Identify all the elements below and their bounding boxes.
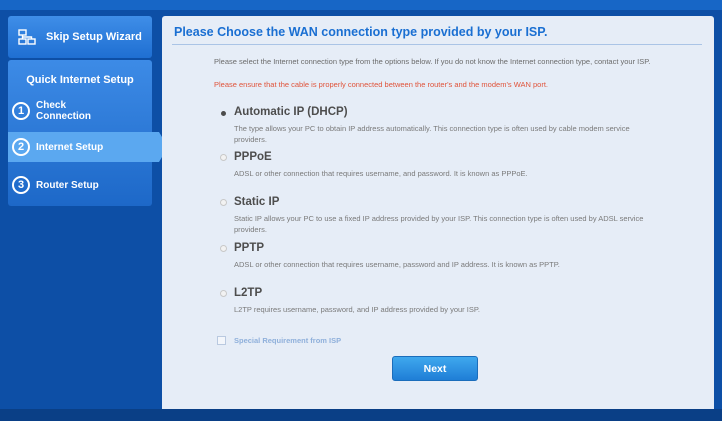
pptp-description: ADSL or other connection that requires u… [234,260,560,269]
pppoe-label[interactable]: PPPoE [234,151,272,163]
wan-type-panel: Please Choose the WAN connection type pr… [162,16,714,414]
network-icon [18,29,36,45]
nav-step-label-line2: Connection [36,111,91,122]
nav-step-router-setup[interactable]: 3 Router Setup [8,170,158,200]
dhcp-label[interactable]: Automatic IP (DHCP) [234,106,348,118]
nav-step-internet-setup[interactable]: 2 Internet Setup [8,132,168,162]
nav-step-label: Internet Setup [36,141,104,153]
nav-step-label: Check Connection [36,100,91,122]
static-ip-label[interactable]: Static IP [234,196,279,208]
nav-step-label: Router Setup [36,179,99,191]
special-requirement-label: Special Requirement from ISP [234,336,342,345]
intro-text: Please select the Internet connection ty… [214,57,651,66]
skip-setup-wizard-button[interactable]: Skip Setup Wizard [8,16,152,58]
quick-setup-nav: Quick Internet Setup 1 Check Connection … [8,60,168,206]
cable-warning-text: Please ensure that the cable is properly… [214,80,549,89]
special-requirement-checkbox[interactable]: Special Requirement from ISP [217,336,341,345]
next-button[interactable]: Next [392,356,478,381]
title-divider [172,44,702,45]
checkbox-icon [217,336,226,345]
step-number-icon: 2 [12,138,30,156]
step-number-icon: 1 [12,102,30,120]
static-ip-description: Static IP allows your PC to use a fixed … [234,214,644,234]
dhcp-radio[interactable] [221,111,226,116]
skip-setup-wizard-label: Skip Setup Wizard [46,31,142,43]
pptp-radio[interactable] [220,245,227,252]
pppoe-radio[interactable] [220,154,227,161]
page-title: Please Choose the WAN connection type pr… [174,25,548,39]
nav-step-label-line1: Check [36,100,67,111]
bottom-strip [0,409,722,421]
dhcp-description: The type allows your PC to obtain IP add… [234,124,630,144]
l2tp-label[interactable]: L2TP [234,287,262,299]
static-ip-radio[interactable] [220,199,227,206]
pppoe-description: ADSL or other connection that requires u… [234,169,528,178]
step-number-icon: 3 [12,176,30,194]
top-strip [0,0,722,10]
l2tp-description: L2TP requires username, password, and IP… [234,305,480,314]
l2tp-radio[interactable] [220,290,227,297]
nav-section-title: Quick Internet Setup [26,74,134,86]
pptp-label[interactable]: PPTP [234,242,264,254]
nav-step-check-connection[interactable]: 1 Check Connection [8,96,158,126]
